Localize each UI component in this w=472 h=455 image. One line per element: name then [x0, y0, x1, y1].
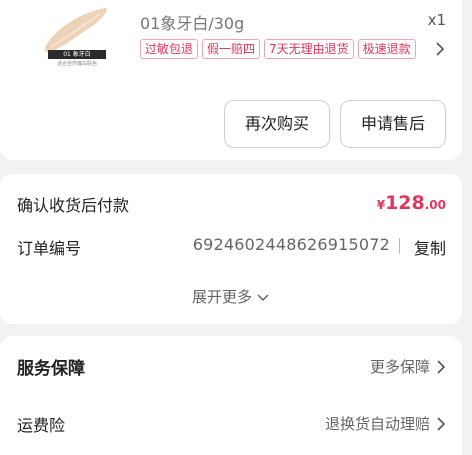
- product-image-label: 01 象牙白: [48, 50, 106, 59]
- apply-aftersale-button[interactable]: 申请售后: [340, 100, 446, 148]
- product-quantity: x1: [427, 11, 446, 29]
- service-tag: 假一赔四: [202, 39, 261, 59]
- service-tag: 7天无理由退货: [264, 39, 354, 59]
- product-card: 01 象牙白 适合自然偏白肤色 01象牙白/30g x1 过敏包退 假一赔四 7…: [0, 0, 462, 160]
- copy-order-number-button[interactable]: 复制: [414, 235, 446, 259]
- more-guarantees-link[interactable]: 更多保障: [370, 356, 446, 377]
- chevron-right-icon: [437, 416, 446, 431]
- order-number-value: 6924602448626915072: [192, 235, 390, 254]
- expand-more-button[interactable]: 展开更多: [0, 286, 462, 307]
- service-tag: 过敏包退: [140, 39, 199, 59]
- price-decimal: .00: [424, 198, 446, 212]
- chevron-right-icon[interactable]: [434, 40, 446, 58]
- product-image-sublabel: 适合自然偏白肤色: [56, 61, 97, 67]
- service-guarantee-card: 服务保障 更多保障 运费险 退换货自动理赔: [0, 336, 462, 455]
- chevron-right-icon: [437, 359, 446, 374]
- price-integer: 128: [385, 192, 425, 214]
- chevron-down-icon: [257, 293, 269, 301]
- divider: [399, 238, 400, 254]
- product-variant: 01象牙白/30g: [140, 14, 245, 33]
- freight-insurance-value: 退换货自动理赔: [324, 415, 430, 433]
- rebuy-button[interactable]: 再次购买: [224, 100, 330, 148]
- price-currency: ¥: [376, 198, 386, 212]
- service-guarantee-title: 服务保障: [17, 359, 85, 379]
- freight-insurance-link[interactable]: 退换货自动理赔: [325, 413, 446, 434]
- payment-card: 确认收货后付款 ¥128.00 订单编号 6924602448626915072…: [0, 174, 462, 324]
- freight-insurance-label: 运费险: [17, 416, 66, 435]
- order-price: ¥128.00: [377, 192, 446, 214]
- payment-status-label: 确认收货后付款: [17, 196, 130, 215]
- expand-more-label: 展开更多: [191, 288, 252, 306]
- more-guarantees-label: 更多保障: [369, 358, 430, 376]
- service-tags[interactable]: 过敏包退 假一赔四 7天无理由退货 极速退款: [140, 39, 416, 59]
- service-tag: 极速退款: [357, 39, 416, 59]
- order-number-label: 订单编号: [17, 239, 82, 258]
